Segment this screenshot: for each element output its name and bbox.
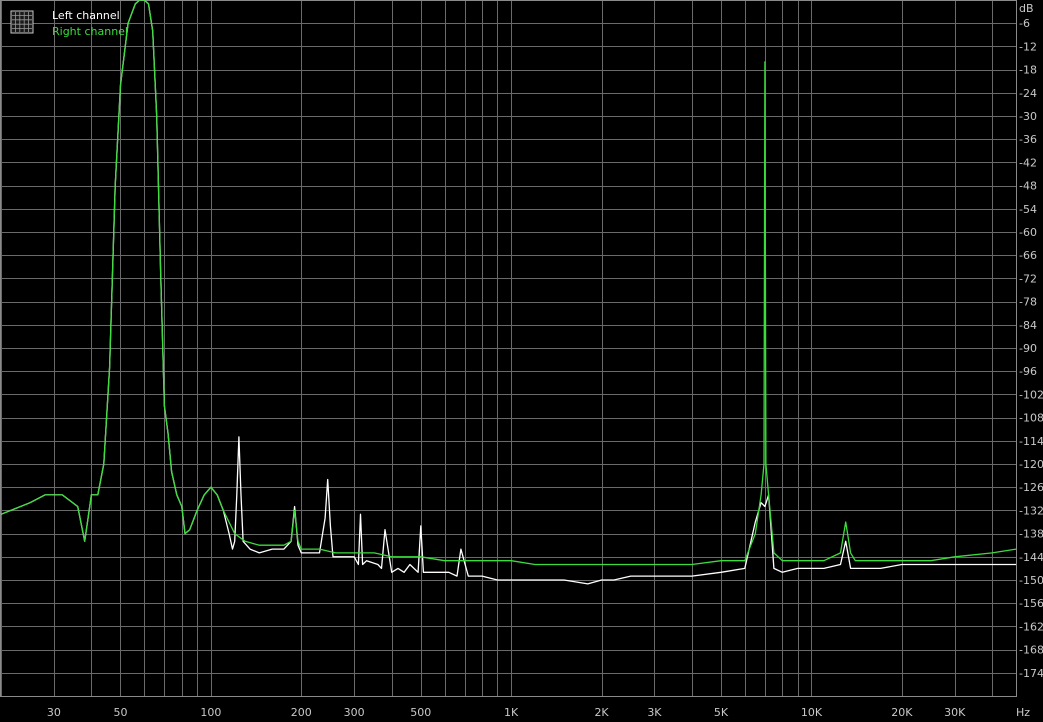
- x-tick-label: 300: [344, 706, 365, 719]
- x-tick-label: 5K: [714, 706, 729, 719]
- x-axis-unit: Hz: [1016, 706, 1030, 719]
- y-tick-label: -84: [1019, 319, 1037, 332]
- y-tick-label: -168: [1019, 644, 1043, 657]
- y-tick-label: -138: [1019, 528, 1043, 541]
- y-tick-label: -144: [1019, 551, 1043, 564]
- y-tick-label: -48: [1019, 180, 1037, 193]
- x-tick-label: 2K: [594, 706, 609, 719]
- y-tick-label: -126: [1019, 481, 1043, 494]
- y-tick-label: -6: [1019, 17, 1030, 30]
- y-tick-label: -18: [1019, 64, 1037, 77]
- spectrum-chart: 30 50 100 200 300 500 1K 2K 3K 5K 10K 20K 30K -6 -12 -…: [0, 0, 1043, 722]
- y-tick-label: -54: [1019, 203, 1037, 216]
- y-tick-label: -102: [1019, 388, 1043, 401]
- y-tick-label: -12: [1019, 40, 1037, 53]
- x-tick-label: 30: [47, 706, 61, 719]
- legend-icon: [10, 10, 34, 34]
- x-tick-label: 1K: [504, 706, 519, 719]
- legend-entry-right-channel: Right channel: [52, 25, 128, 38]
- y-tick-label: -174: [1019, 667, 1043, 680]
- y-tick-label: -24: [1019, 87, 1037, 100]
- y-tick-label: -114: [1019, 435, 1043, 448]
- y-axis-unit: dB: [1019, 2, 1034, 15]
- y-tick-label: -72: [1019, 272, 1037, 285]
- x-tick-label: 30K: [944, 706, 966, 719]
- y-tick-label: -78: [1019, 296, 1037, 309]
- y-tick-label: -60: [1019, 226, 1037, 239]
- x-tick-label: 10K: [801, 706, 823, 719]
- y-tick-label: -42: [1019, 156, 1037, 169]
- y-tick-label: -108: [1019, 412, 1043, 425]
- x-tick-label: 3K: [647, 706, 662, 719]
- y-tick-label: -96: [1019, 365, 1037, 378]
- y-tick-label: -66: [1019, 249, 1037, 262]
- y-tick-label: -120: [1019, 458, 1043, 471]
- y-tick-label: -36: [1019, 133, 1037, 146]
- x-tick-label: 50: [113, 706, 127, 719]
- x-tick-label: 20K: [891, 706, 913, 719]
- y-tick-label: -150: [1019, 574, 1043, 587]
- x-tick-label: 200: [291, 706, 312, 719]
- y-tick-label: -30: [1019, 110, 1037, 123]
- y-tick-label: -162: [1019, 620, 1043, 633]
- legend-entry-left-channel: Left channel: [52, 9, 120, 22]
- x-tick-label: 500: [410, 706, 431, 719]
- y-tick-label: -132: [1019, 504, 1043, 517]
- y-tick-label: -90: [1019, 342, 1037, 355]
- y-tick-label: -156: [1019, 597, 1043, 610]
- x-tick-label: 100: [200, 706, 221, 719]
